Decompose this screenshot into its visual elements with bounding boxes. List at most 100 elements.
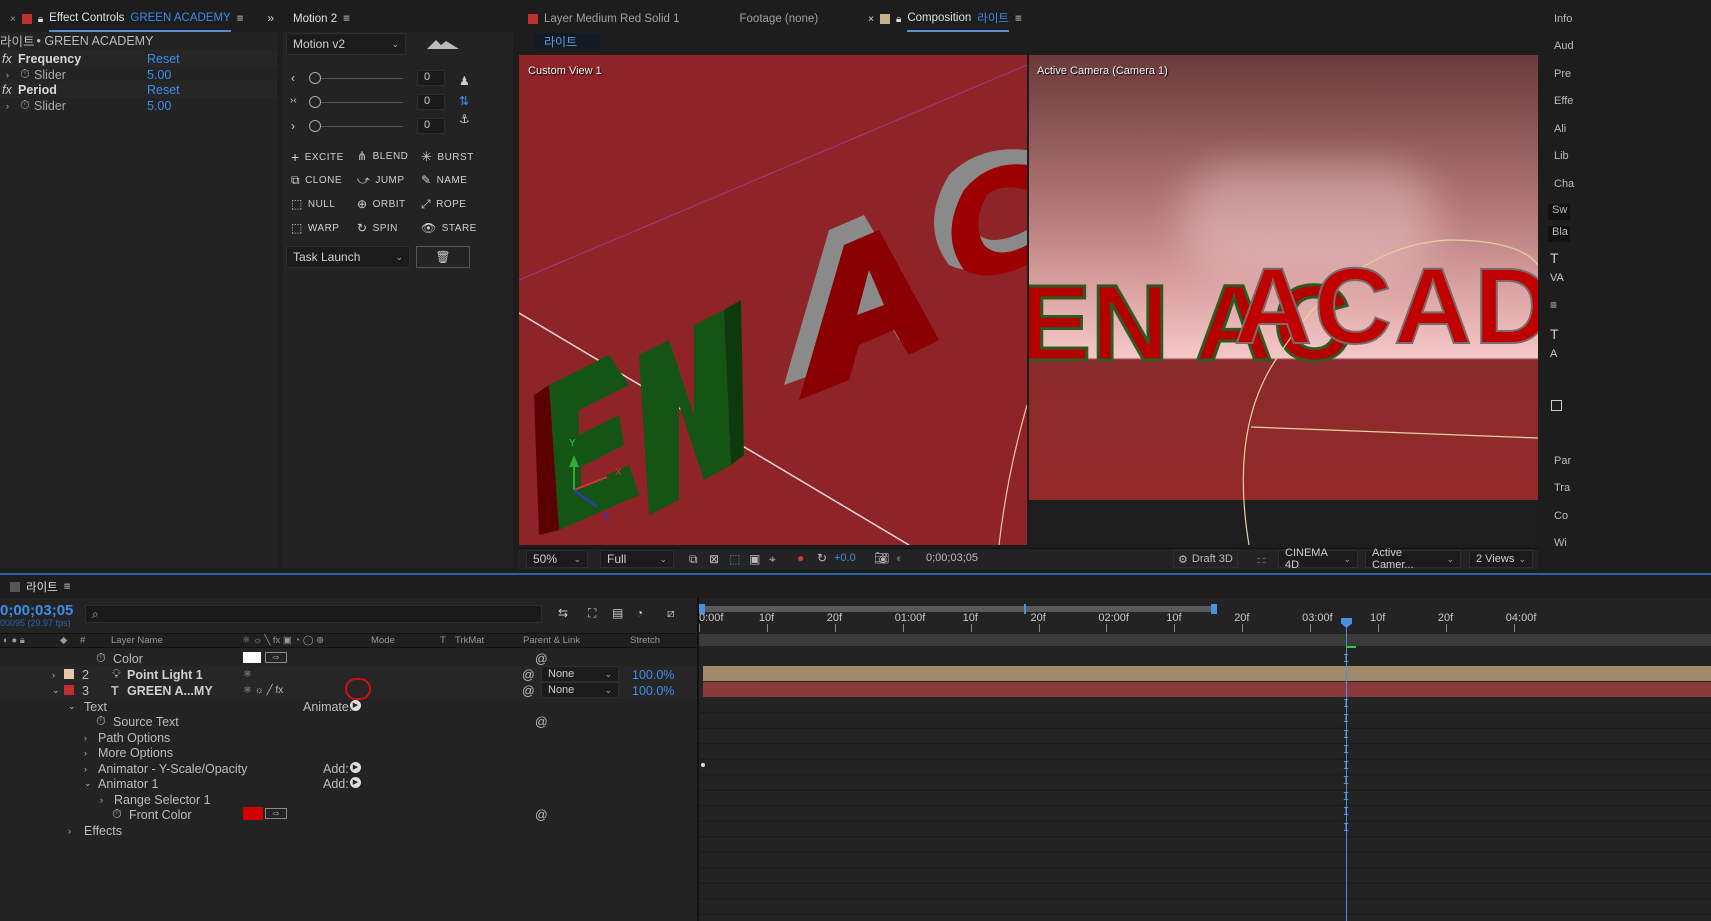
add-menu-button[interactable]: ▶ <box>350 777 361 788</box>
strip-tab-audio[interactable]: Aud <box>1554 40 1574 52</box>
show-snapshot-icon[interactable]: ◐ <box>896 551 903 565</box>
fx-icon[interactable]: fx <box>0 83 18 97</box>
stopwatch-icon[interactable]: ⏱︎ <box>112 807 122 822</box>
composition-flowchart-icon[interactable]: ⇆ <box>558 606 568 620</box>
draft3d-toggle[interactable]: ⚙︎ Draft 3D <box>1173 550 1238 568</box>
graph-editor-icon[interactable]: ⧄ <box>667 606 675 621</box>
shy-switch-icon[interactable]: ⚛ <box>243 669 252 680</box>
slider-value[interactable]: 5.00 <box>147 68 171 82</box>
lock-icon[interactable]: 🔒︎ <box>896 14 901 25</box>
stare-button[interactable]: 👁︎ STARE <box>421 221 477 235</box>
stretch-value[interactable]: 100.0% <box>632 684 674 698</box>
preset-dropdown[interactable]: Motion v2 ⌄ <box>286 33 406 55</box>
eyedropper-icon[interactable]: ⇨ <box>265 808 287 819</box>
channel-icon[interactable]: ● <box>797 551 804 565</box>
slider-handle[interactable] <box>309 96 321 108</box>
menu-icon[interactable]: ≡ <box>1015 13 1022 25</box>
column-t[interactable]: T <box>440 635 446 646</box>
parent-dropdown[interactable]: None ⌄ <box>541 682 619 698</box>
region-icon[interactable]: ⌖ <box>769 552 776 567</box>
strip-tab-preview[interactable]: Pre <box>1554 68 1571 80</box>
chevron-right-icon[interactable]: › <box>100 795 103 805</box>
point-light-layer-bar[interactable] <box>703 666 1711 681</box>
close-icon[interactable]: × <box>868 14 874 25</box>
orbit-button[interactable]: ⊕ ORBIT <box>357 197 406 211</box>
column-stretch[interactable]: Stretch <box>630 635 660 646</box>
strip-tab-effects[interactable]: Effe <box>1554 95 1573 107</box>
motion-blur-icon[interactable]: ◔ <box>636 606 643 620</box>
slider-value-input[interactable]: 0 <box>417 118 445 134</box>
eyedropper-icon[interactable]: ⇨ <box>265 652 287 663</box>
color-swatch[interactable] <box>243 807 263 820</box>
group-row-animator-1[interactable]: ⌄ Animator 1 Add: ▶ <box>0 775 760 792</box>
pickwhip-icon[interactable]: @ <box>535 715 548 729</box>
reset-exposure-icon[interactable]: ↻ <box>817 551 827 565</box>
timeline-search-input[interactable]: ⌕ <box>85 605 542 623</box>
column-layer-name[interactable]: Layer Name <box>111 635 163 646</box>
text-size-icon[interactable]: T <box>1550 250 1559 266</box>
transparency-icon[interactable]: ▣ <box>749 552 760 566</box>
work-area-end[interactable] <box>1211 604 1217 614</box>
strip-tab-libraries[interactable]: Lib <box>1554 150 1569 162</box>
menu-icon[interactable]: ≡ <box>237 13 244 25</box>
tab-layer[interactable]: Layer Medium Red Solid 1 <box>518 6 690 32</box>
baseline-icon[interactable]: A <box>1550 348 1557 360</box>
layer-switches-icons[interactable]: ⚛ ☼ ╱ fx <box>243 685 283 696</box>
reset-link[interactable]: Reset <box>147 52 180 66</box>
pickwhip-icon[interactable]: @ <box>522 668 535 682</box>
layer-name[interactable]: GREEN A...MY <box>127 684 213 698</box>
column-trkmat[interactable]: TrkMat <box>455 635 484 646</box>
null-button[interactable]: ⬚ NULL <box>291 197 335 211</box>
layer-row-point-light[interactable]: › 2 💡︎ Point Light 1 ⚛ @ None ⌄ 100.0% <box>0 666 760 683</box>
chevron-right-icon[interactable]: › <box>68 826 71 836</box>
property-tracks[interactable] <box>699 698 1711 921</box>
slider-value-input[interactable]: 0 <box>417 70 445 86</box>
work-area-bar[interactable] <box>699 606 1215 612</box>
property-row-color[interactable]: ⏱︎ Color ⇨ @ <box>0 650 760 667</box>
lock-icon[interactable]: 🔒︎ <box>38 14 43 25</box>
chevron-right-icon[interactable]: › <box>0 70 20 80</box>
label-color-swatch[interactable] <box>64 669 74 679</box>
expand-panels-icon[interactable]: » <box>267 11 274 25</box>
chevron-right-icon[interactable]: › <box>84 733 87 743</box>
property-row-source-text[interactable]: ⏱︎ Source Text @ <box>0 713 760 730</box>
strip-tab-align[interactable]: Ali <box>1554 123 1566 135</box>
exposure-value[interactable]: +0.0 <box>834 552 856 564</box>
frame-blending-icon[interactable]: ▤ <box>612 606 623 620</box>
warp-button[interactable]: ⬚ WARP <box>291 221 339 235</box>
active-camera-viewport[interactable]: EN AC ACAD Active Camera (Camera 1) <box>1029 55 1538 545</box>
slider-handle[interactable] <box>309 72 321 84</box>
comp-breadcrumb-chip[interactable]: 라이트 <box>535 33 600 49</box>
fit-icon[interactable]: ⧉ <box>689 552 698 567</box>
strip-tab-character[interactable]: Cha <box>1554 178 1574 190</box>
strip-tab-tracker[interactable]: Tra <box>1554 482 1570 494</box>
camera-dropdown[interactable]: Active Camer... ⌄ <box>1365 547 1461 571</box>
stretch-value[interactable]: 100.0% <box>632 668 674 682</box>
label-color-swatch[interactable] <box>64 685 74 695</box>
trash-button[interactable]: 🗑︎ <box>416 246 470 268</box>
swap-icon[interactable]: ⇅ <box>459 94 469 108</box>
strip-tab-wiggler[interactable]: Wi <box>1554 537 1567 549</box>
resolution-dropdown[interactable]: Full ⌄ <box>600 550 674 568</box>
camera-snapshot-icon[interactable]: 📷︎ <box>874 551 889 565</box>
extended-viewer-icon[interactable]: ⚏ <box>1256 552 1267 566</box>
tab-composition[interactable]: × 🔒︎ Composition 라이트 ≡ <box>858 6 1032 32</box>
vertical-scale-icon[interactable]: T <box>1550 326 1559 342</box>
property-row-front-color[interactable]: ⏱︎ Front Color ⇨ @ <box>0 806 760 823</box>
stopwatch-icon[interactable]: ⏱︎ <box>96 651 106 666</box>
tab-timeline[interactable]: 라이트 ≡ <box>0 576 80 598</box>
pickwhip-icon[interactable]: @ <box>522 684 535 698</box>
menu-icon[interactable]: ≡ <box>64 581 71 593</box>
stopwatch-icon[interactable]: ⏱︎ <box>20 98 34 113</box>
chevron-down-icon[interactable]: ⌄ <box>84 778 92 789</box>
strip-tab-content[interactable]: Co <box>1554 510 1568 522</box>
stopwatch-icon[interactable]: ⏱︎ <box>96 714 106 729</box>
tab-effect-controls[interactable]: × 🔒︎ Effect Controls GREEN ACADEMY ≡ <box>0 6 253 32</box>
tab-motion[interactable]: Motion 2 ≡ <box>283 6 360 32</box>
chevron-down-icon[interactable]: ⌄ <box>68 701 76 712</box>
chevron-right-icon[interactable]: › <box>52 670 55 680</box>
jump-button[interactable]: ⤻ JUMP <box>357 173 405 188</box>
strip-tab-paragraph[interactable]: Par <box>1554 455 1571 467</box>
current-time-display[interactable]: 0;00;03;05 <box>0 602 73 619</box>
group-row-more-options[interactable]: › More Options <box>0 744 760 761</box>
